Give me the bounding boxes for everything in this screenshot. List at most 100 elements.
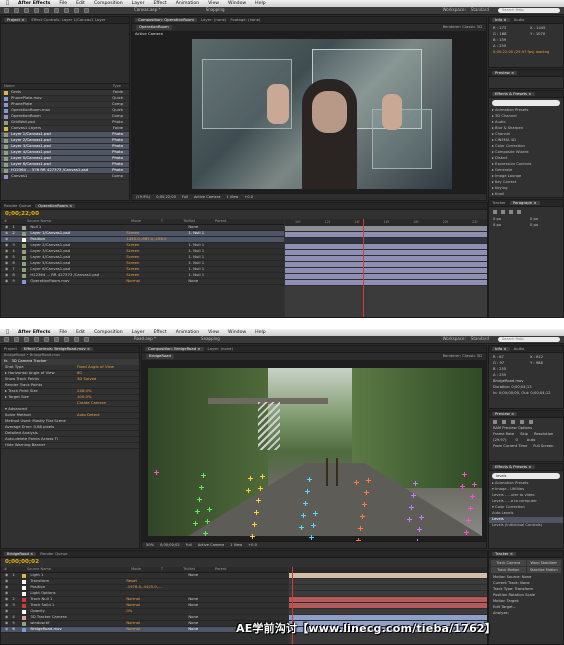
track-point-marker[interactable] bbox=[419, 515, 424, 520]
warp-stabilizer-button[interactable]: Warp Stabilizer bbox=[526, 560, 561, 567]
visibility-eye-icon[interactable]: ◉ bbox=[5, 254, 8, 259]
track-camera-button[interactable]: Track Camera bbox=[491, 560, 526, 567]
track-point-marker[interactable] bbox=[366, 478, 371, 483]
layer-duration-bar[interactable] bbox=[285, 280, 487, 286]
prev-frame-icon[interactable] bbox=[502, 420, 506, 424]
layer-label-color[interactable] bbox=[22, 627, 27, 632]
play-icon[interactable] bbox=[511, 420, 515, 424]
track-point-marker[interactable] bbox=[362, 502, 367, 507]
tab-layer[interactable]: Layer: (none) bbox=[208, 346, 233, 351]
track-point-marker[interactable] bbox=[417, 527, 422, 532]
timeline-timecode[interactable]: 0;00;22;00 bbox=[5, 211, 39, 217]
tab-render-queue[interactable]: Render Queue bbox=[40, 551, 67, 556]
composition-viewer[interactable]: Active Camera bbox=[132, 31, 486, 193]
visibility-eye-icon[interactable]: ◉ bbox=[5, 584, 8, 589]
timeline-layer-row[interactable]: ◉ 9 OperationRoom.mov Normal None bbox=[1, 278, 284, 285]
tab-paragraph[interactable]: Paragraph × bbox=[509, 200, 540, 206]
rotate-tool-icon[interactable] bbox=[34, 8, 39, 13]
layer-label-color[interactable] bbox=[22, 597, 27, 602]
track-point-marker[interactable] bbox=[354, 480, 359, 485]
layer-label-color[interactable] bbox=[22, 225, 27, 230]
track-point-marker[interactable] bbox=[468, 506, 473, 511]
menu-edit[interactable]: Edit bbox=[76, 1, 85, 6]
playhead[interactable] bbox=[363, 219, 364, 317]
layer-parent[interactable]: None bbox=[188, 224, 198, 229]
layer-label-color[interactable] bbox=[22, 267, 27, 272]
visibility-eye-icon[interactable]: ◉ bbox=[5, 236, 8, 241]
tab-preview[interactable]: Preview × bbox=[492, 411, 518, 417]
track-point-marker[interactable] bbox=[154, 470, 159, 475]
shape-tool-icon[interactable] bbox=[64, 337, 69, 342]
workspace-select[interactable]: Standard bbox=[471, 8, 489, 13]
column-name[interactable]: Name bbox=[4, 84, 15, 88]
track-point-marker[interactable] bbox=[301, 513, 306, 518]
fx-icon[interactable]: fx bbox=[4, 359, 7, 365]
track-point-marker[interactable] bbox=[470, 494, 475, 499]
tab-effect-controls[interactable]: Effect Controls: Layer 1/Canvas1 Layer bbox=[31, 17, 105, 22]
layer-mode[interactable]: Normal bbox=[126, 603, 184, 607]
layer-parent[interactable]: 1. Null 1 bbox=[188, 230, 204, 235]
layer-parent[interactable]: None bbox=[188, 602, 198, 607]
track-point-marker[interactable] bbox=[199, 485, 204, 490]
tab-effects-presets[interactable]: Effects & Presets × bbox=[492, 464, 535, 470]
col-source-name[interactable]: Source Name bbox=[27, 567, 51, 571]
track-point-marker[interactable] bbox=[193, 521, 198, 526]
track-point-marker[interactable] bbox=[460, 484, 465, 489]
first-frame-icon[interactable] bbox=[493, 420, 497, 424]
layer-label-color[interactable] bbox=[22, 621, 27, 626]
layer-parent[interactable]: 1. Null 1 bbox=[188, 248, 204, 253]
layer-parent[interactable]: None bbox=[188, 614, 198, 619]
hand-tool-icon[interactable] bbox=[14, 337, 19, 342]
layer-label-color[interactable] bbox=[22, 279, 27, 284]
effects-search-input[interactable] bbox=[492, 100, 560, 106]
renderer-label[interactable]: Renderer: Classic 3D bbox=[443, 353, 482, 358]
track-point-marker[interactable] bbox=[464, 530, 469, 535]
layer-mode[interactable]: Screen bbox=[126, 261, 184, 265]
col-parent[interactable]: Parent bbox=[215, 219, 227, 223]
layer-label-color[interactable] bbox=[22, 603, 27, 608]
visibility-eye-icon[interactable]: ◉ bbox=[5, 578, 8, 583]
camera-tool-icon[interactable] bbox=[44, 8, 49, 13]
pen-tool-icon[interactable] bbox=[74, 8, 79, 13]
shape-tool-icon[interactable] bbox=[64, 8, 69, 13]
layer-parent[interactable]: None bbox=[188, 626, 198, 631]
track-point-marker[interactable] bbox=[462, 472, 467, 477]
layer-mode[interactable]: 0% bbox=[126, 609, 184, 613]
col-mode[interactable]: Mode bbox=[131, 567, 141, 571]
track-point-marker[interactable] bbox=[197, 497, 202, 502]
track-point-marker[interactable] bbox=[309, 535, 314, 540]
layer-parent[interactable]: 1. Null 1 bbox=[188, 254, 204, 259]
pan-behind-tool-icon[interactable] bbox=[54, 337, 59, 342]
layer-mode[interactable]: Normal bbox=[126, 627, 184, 631]
layer-mode[interactable]: Screen bbox=[126, 243, 184, 247]
tab-composition[interactable]: Composition: BridgeRoad × bbox=[145, 346, 204, 352]
layer-mode[interactable]: Normal bbox=[126, 597, 184, 601]
tab-tracker[interactable]: Tracker bbox=[492, 200, 506, 205]
col-parent[interactable]: Parent bbox=[215, 567, 227, 571]
effects-search-input[interactable]: levels bbox=[492, 473, 560, 479]
layer-parent[interactable]: 1. Null 1 bbox=[188, 272, 204, 277]
tracker-option[interactable]: Analyze: bbox=[489, 611, 563, 617]
snapping-checkbox[interactable]: Snapping bbox=[201, 337, 220, 342]
parameter-value[interactable]: Create Camera bbox=[77, 400, 106, 405]
menu-help[interactable]: Help bbox=[255, 330, 265, 335]
effects-category[interactable]: ▸ Knoll bbox=[489, 192, 563, 197]
search-help-input[interactable]: Search Help bbox=[498, 337, 560, 342]
layer-mode[interactable]: Reset bbox=[126, 579, 184, 583]
track-point-marker[interactable] bbox=[256, 498, 261, 503]
track-point-marker[interactable] bbox=[303, 501, 308, 506]
col-trkmat[interactable]: TrkMat bbox=[183, 567, 195, 571]
tab-effects-presets[interactable]: Effects & Presets × bbox=[492, 91, 535, 97]
layer-label-color[interactable] bbox=[22, 615, 27, 620]
tracker-target[interactable] bbox=[326, 458, 338, 486]
menu-edit[interactable]: Edit bbox=[76, 330, 85, 335]
menu-view[interactable]: View bbox=[208, 1, 219, 6]
track-point-marker[interactable] bbox=[250, 534, 255, 539]
menu-file[interactable]: File bbox=[59, 330, 67, 335]
layer-mode[interactable]: -1978.0,-4425.0,... bbox=[126, 585, 184, 589]
timeline-tracks[interactable]: 10f12f14f16f18f20f22f24f26f28f bbox=[285, 219, 487, 317]
track-point-marker[interactable] bbox=[207, 507, 212, 512]
text-tool-icon[interactable] bbox=[84, 337, 89, 342]
menu-composition[interactable]: Composition bbox=[94, 1, 123, 6]
track-point-marker[interactable] bbox=[252, 522, 257, 527]
